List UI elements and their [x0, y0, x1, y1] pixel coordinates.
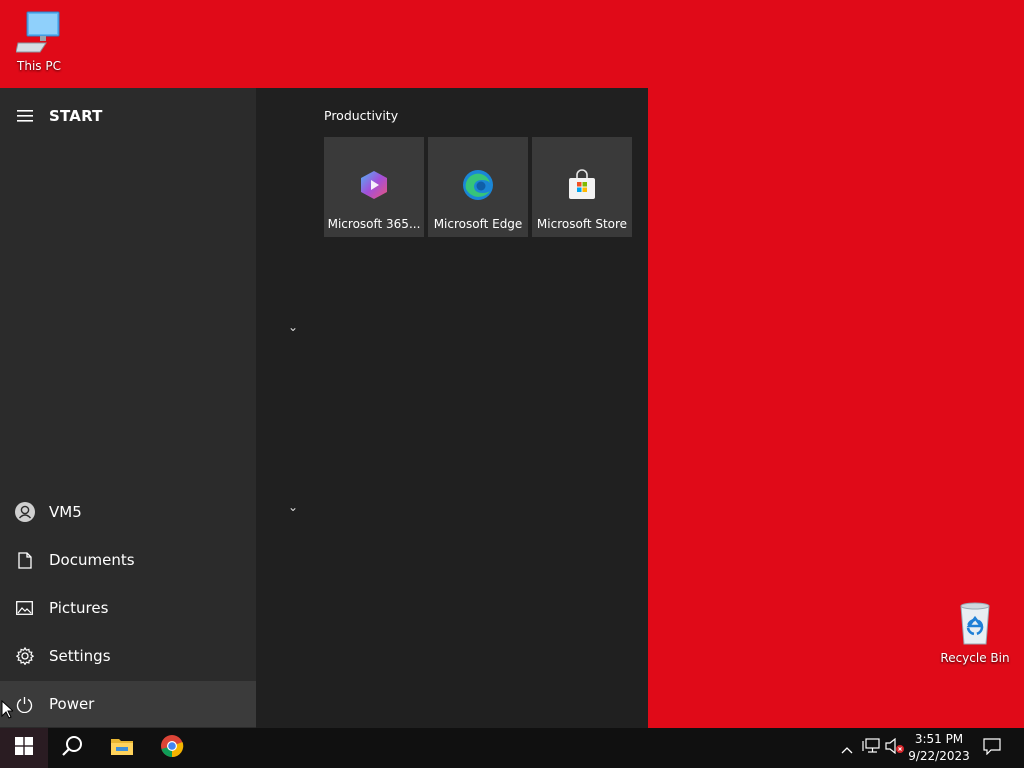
search-icon: [61, 735, 83, 761]
network-button[interactable]: [860, 728, 882, 768]
chevron-up-icon: [841, 739, 853, 758]
nav-item-power-label: Power: [49, 695, 95, 713]
nav-item-pictures[interactable]: Pictures: [0, 585, 256, 631]
gear-icon: [0, 647, 49, 665]
tile-microsoft-365[interactable]: Microsoft 365...: [324, 137, 424, 237]
start-menu: START VM5 Documents Pictures Settings Po…: [0, 88, 648, 728]
recycle-bin-icon: [935, 602, 1015, 649]
tile-group-title: Productivity: [324, 108, 399, 123]
mouse-cursor-icon: [1, 699, 15, 723]
app-list: ⌄ ⌄: [256, 88, 324, 728]
tile-microsoft-store-label: Microsoft Store: [536, 217, 628, 231]
desktop-icon-recycle-bin[interactable]: Recycle Bin: [935, 602, 1015, 665]
taskbar-clock[interactable]: 3:51 PM 9/22/2023: [904, 731, 974, 765]
this-pc-label: This PC: [17, 59, 61, 73]
desktop-icon-this-pc[interactable]: This PC: [0, 10, 79, 73]
chevron-down-icon[interactable]: ⌄: [288, 320, 298, 334]
this-pc-icon: [0, 10, 79, 57]
recycle-bin-label: Recycle Bin: [940, 651, 1010, 665]
start-expand-button[interactable]: START: [0, 93, 256, 139]
file-explorer-button[interactable]: [98, 728, 146, 768]
chrome-button[interactable]: [148, 728, 196, 768]
pictures-icon: [0, 601, 49, 615]
file-explorer-icon: [110, 736, 134, 760]
action-center-button[interactable]: [978, 728, 1006, 768]
store-icon: [566, 169, 598, 201]
tile-microsoft-store[interactable]: Microsoft Store: [532, 137, 632, 237]
network-icon: [862, 738, 880, 758]
taskbar: 3:51 PM 9/22/2023: [0, 728, 1024, 768]
nav-item-settings[interactable]: Settings: [0, 633, 256, 679]
clock-time: 3:51 PM: [914, 732, 964, 746]
document-icon: [0, 551, 49, 569]
start-icon: [15, 737, 33, 759]
hamburger-menu-icon: [0, 110, 49, 122]
nav-item-documents-label: Documents: [49, 551, 135, 569]
tiles-area: Productivity Microsoft 365... Microsoft …: [324, 88, 648, 728]
tile-microsoft-edge-label: Microsoft Edge: [433, 217, 523, 231]
nav-item-documents[interactable]: Documents: [0, 537, 256, 583]
volume-button[interactable]: [884, 728, 906, 768]
search-button[interactable]: [48, 728, 96, 768]
start-nav-rail: START VM5 Documents Pictures Settings Po…: [0, 88, 256, 728]
tile-microsoft-365-label: Microsoft 365...: [327, 217, 421, 231]
show-hidden-icons-button[interactable]: [838, 728, 856, 768]
nav-item-user-label: VM5: [49, 503, 82, 521]
chrome-icon: [160, 734, 184, 762]
microsoft-365-icon: [358, 169, 390, 201]
chevron-down-icon[interactable]: ⌄: [288, 500, 298, 514]
clock-date: 9/22/2023: [908, 749, 970, 763]
notification-icon: [983, 737, 1001, 759]
start-header-label: START: [49, 107, 103, 125]
start-button[interactable]: [0, 728, 48, 768]
nav-item-user[interactable]: VM5: [0, 489, 256, 535]
nav-item-settings-label: Settings: [49, 647, 111, 665]
tile-microsoft-edge[interactable]: Microsoft Edge: [428, 137, 528, 237]
nav-item-pictures-label: Pictures: [49, 599, 109, 617]
volume-muted-icon: [885, 737, 905, 758]
user-avatar-icon: [0, 502, 49, 522]
nav-item-power[interactable]: Power: [0, 681, 256, 727]
edge-icon: [462, 169, 494, 201]
